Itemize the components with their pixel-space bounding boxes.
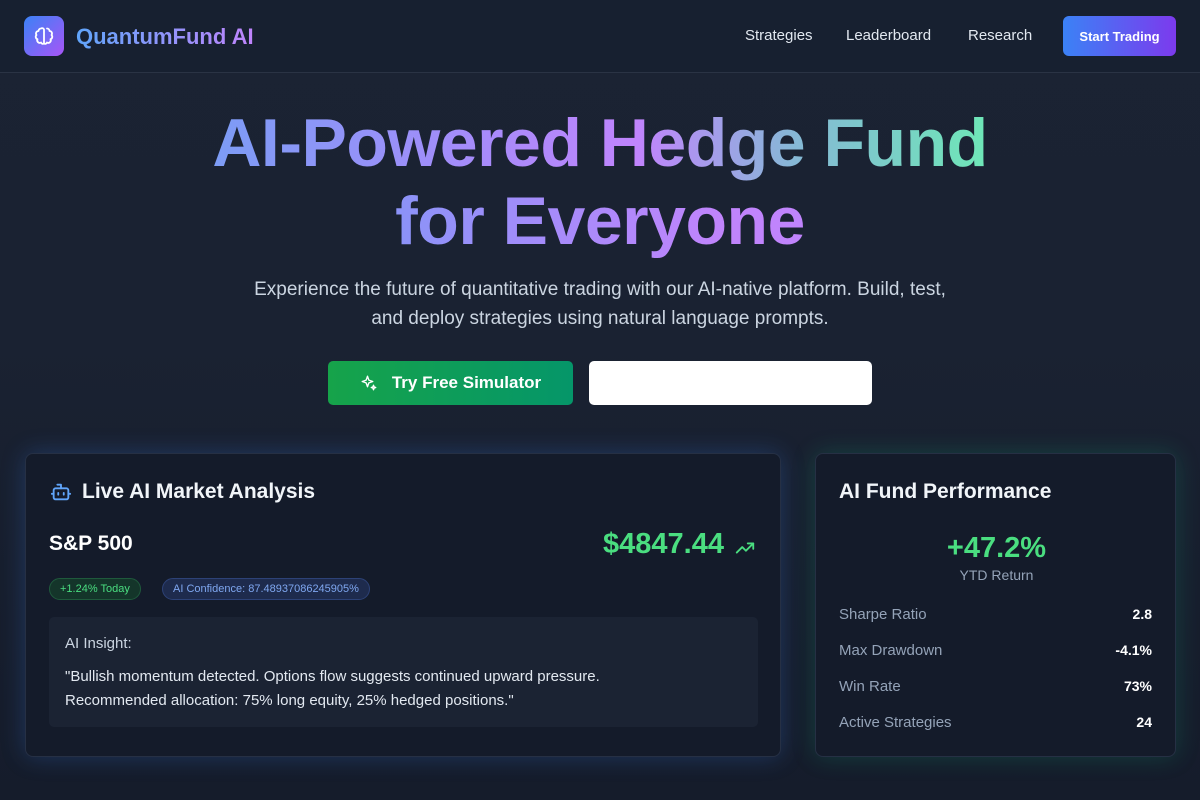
stat-row: Max Drawdown -4.1% xyxy=(839,642,1152,664)
try-simulator-button[interactable]: Try Free Simulator xyxy=(328,361,573,405)
change-badge: +1.24% Today xyxy=(49,578,141,600)
stat-row: Active Strategies 24 xyxy=(839,714,1152,736)
stat-row: Win Rate 73% xyxy=(839,678,1152,700)
hero-subtitle: Experience the future of quantitative tr… xyxy=(200,275,1000,333)
nav-research[interactable]: Research xyxy=(968,26,1032,46)
hero-title-line2: for Everyone xyxy=(395,183,805,259)
hero-title: AI-Powered Hedge Fund for Everyone xyxy=(0,104,1200,260)
brain-icon xyxy=(34,27,54,45)
insight-text: "Bullish momentum detected. Options flow… xyxy=(65,665,745,713)
ai-insight-box: AI Insight: "Bullish momentum detected. … xyxy=(49,617,758,727)
stat-name: Active Strategies xyxy=(839,714,952,731)
start-trading-button[interactable]: Start Trading xyxy=(1063,16,1176,56)
stat-value: 73% xyxy=(1123,678,1152,694)
try-simulator-label: Try Free Simulator xyxy=(391,373,542,392)
ticker-price: $4847.44 xyxy=(603,528,724,560)
ytd-return-value: +47.2% xyxy=(946,532,1047,564)
insight-label: AI Insight: xyxy=(65,635,132,652)
nav-leaderboard[interactable]: Leaderboard xyxy=(846,26,931,46)
stat-value: 2.8 xyxy=(1132,606,1152,622)
fund-performance-title: AI Fund Performance xyxy=(839,480,1052,503)
stat-value: -4.1% xyxy=(1115,642,1152,658)
stat-value: 24 xyxy=(1136,714,1152,730)
confidence-badge: AI Confidence: 87.48937086245905% xyxy=(162,578,370,600)
ytd-return-label: YTD Return xyxy=(959,567,1034,583)
navbar: QuantumFund AI Strategies Leaderboard Re… xyxy=(0,0,1200,73)
insight-line2: Recommended allocation: 75% long equity,… xyxy=(65,692,514,709)
stat-name: Max Drawdown xyxy=(839,642,943,659)
robot-icon xyxy=(50,483,72,501)
brand-name[interactable]: QuantumFund AI xyxy=(76,22,254,52)
sparkles-icon xyxy=(361,375,377,391)
hero-subtitle-line1: Experience the future of quantitative tr… xyxy=(254,279,946,300)
ticker-name: S&P 500 xyxy=(49,532,133,555)
fund-performance-card: AI Fund Performance +47.2% YTD Return Sh… xyxy=(815,453,1176,757)
hero-subtitle-line2: and deploy strategies using natural lang… xyxy=(371,308,829,329)
market-analysis-card: Live AI Market Analysis S&P 500 $4847.44… xyxy=(25,453,781,757)
hero-title-line1: AI-Powered Hedge Fund xyxy=(212,105,988,181)
stat-row: Sharpe Ratio 2.8 xyxy=(839,606,1152,628)
stat-name: Win Rate xyxy=(839,678,901,695)
market-analysis-title: Live AI Market Analysis xyxy=(82,480,316,503)
nav-strategies[interactable]: Strategies xyxy=(745,26,813,46)
insight-line1: "Bullish momentum detected. Options flow… xyxy=(65,668,600,685)
trending-up-icon xyxy=(735,542,755,554)
logo[interactable] xyxy=(24,16,64,56)
secondary-button[interactable] xyxy=(589,361,872,405)
stat-name: Sharpe Ratio xyxy=(839,606,927,623)
